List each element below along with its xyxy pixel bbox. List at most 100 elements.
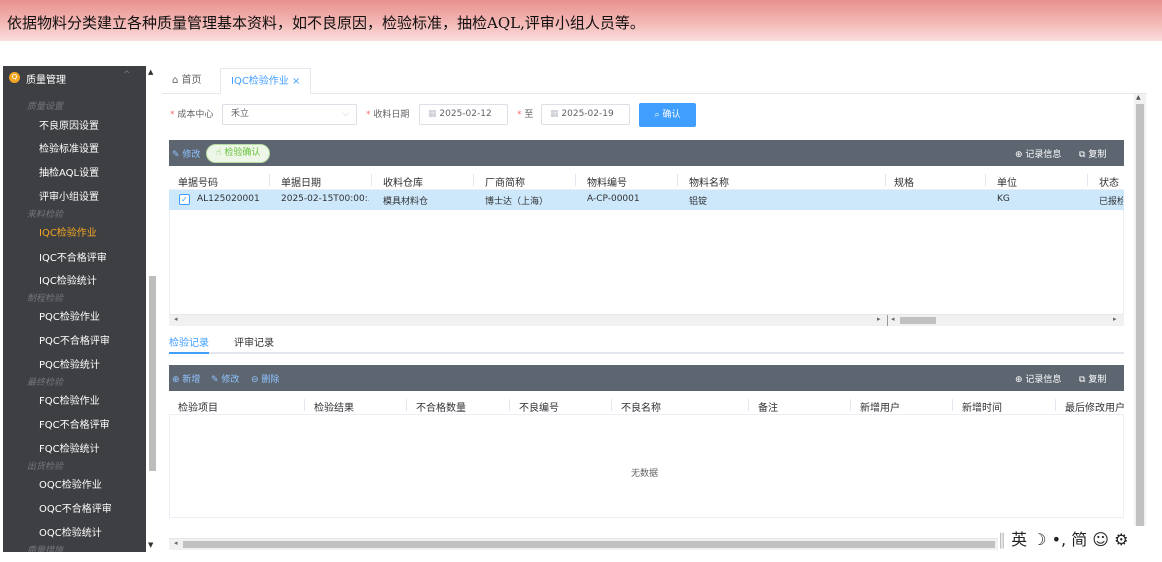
- date-to-input[interactable]: ▦ 2025-02-19: [541, 104, 630, 125]
- sidebar-item-pqc-inspection[interactable]: PQC检验作业: [39, 308, 100, 323]
- sidebar-item-pqc-statistics[interactable]: PQC检验统计: [39, 356, 100, 371]
- sidebar-scroll-thumb[interactable]: [149, 276, 156, 471]
- unit-cell: KG: [997, 194, 1010, 204]
- cost-center-value: 禾立: [231, 109, 250, 119]
- confirm-button[interactable]: ⌕ 确认: [639, 103, 696, 127]
- sidebar-item-oqc-inspection[interactable]: OQC检验作业: [39, 476, 102, 491]
- detail-add-button[interactable]: ⊕ 新增: [172, 372, 200, 385]
- column-header[interactable]: 厂商简称: [485, 174, 525, 189]
- column-header[interactable]: 规格: [894, 174, 914, 189]
- empty-state-text: 无数据: [631, 469, 659, 479]
- sidebar-item-oqc-statistics[interactable]: OQC检验统计: [39, 524, 102, 539]
- item-name-cell: 铝锭: [689, 197, 708, 207]
- sidebar-item-iqc-review[interactable]: IQC不合格评审: [39, 249, 107, 264]
- date-from-input[interactable]: ▦ 2025-02-12: [419, 104, 508, 125]
- column-header[interactable]: 物料编号: [587, 174, 627, 189]
- date-to-value: 2025-02-19: [561, 109, 614, 119]
- row-checkbox[interactable]: ✓: [179, 194, 190, 205]
- scroll-up-icon: ▲: [1136, 94, 1141, 101]
- ime-toolbar-text: 英 ☽ •, 简 ☺ ⚙: [1011, 530, 1129, 549]
- sidebar-item-fqc-inspection[interactable]: FQC检验作业: [39, 392, 100, 407]
- tab-iqc-inspection[interactable]: IQC检验作业 ×: [220, 68, 312, 94]
- column-header[interactable]: 新增时间: [962, 399, 1002, 414]
- sidebar-item-aql-settings[interactable]: 抽检AQL设置: [39, 164, 99, 179]
- calendar-icon: ▦: [550, 109, 559, 119]
- main-vertical-scrollbar[interactable]: ▲: [1134, 94, 1146, 550]
- tab-inspection-records[interactable]: 检验记录: [169, 334, 209, 349]
- sidebar-item-inspection-standard-settings[interactable]: 检验标准设置: [39, 140, 99, 155]
- warehouse-cell: 模具材料仓: [383, 197, 429, 207]
- inspect-confirm-button[interactable]: ☝ 检验确认: [206, 144, 271, 163]
- column-header[interactable]: 单据号码: [178, 174, 218, 189]
- ime-toolbar[interactable]: ∥ 英 ☽ •, 简 ☺ ⚙: [998, 526, 1158, 550]
- cost-center-select[interactable]: 禾立 ⌵: [222, 104, 357, 125]
- sidebar-group-incoming-inspection: 来料检验: [27, 210, 64, 220]
- detail-edit-button[interactable]: ✎ 修改: [211, 372, 239, 385]
- table-row[interactable]: ✓ AL125020001 2025-02-15T00:00:... 模具材料仓…: [169, 190, 1124, 210]
- column-header[interactable]: 备注: [758, 399, 778, 414]
- confirm-label: 确认: [662, 110, 681, 120]
- close-icon[interactable]: ×: [292, 76, 300, 87]
- detail-delete-button[interactable]: ⊖ 删除: [251, 372, 279, 385]
- column-header[interactable]: 不良名称: [621, 399, 661, 414]
- scroll-left-icon: ◂: [174, 315, 178, 323]
- column-header[interactable]: 检验结果: [314, 399, 354, 414]
- column-header[interactable]: 新增用户: [860, 399, 900, 414]
- detail-copy-button[interactable]: ⧉ 复制: [1079, 372, 1106, 385]
- column-header[interactable]: 不合格数量: [416, 399, 466, 414]
- column-header[interactable]: 单位: [997, 174, 1017, 189]
- sidebar-scrollbar[interactable]: ▲ ▼: [146, 66, 158, 552]
- sidebar-group-quality-settings: 质量设置: [27, 102, 64, 112]
- scroll-right-icon: ▸: [1113, 315, 1117, 323]
- column-header[interactable]: 最后修改用户: [1065, 399, 1125, 414]
- sidebar-item-review-group-settings[interactable]: 评审小组设置: [39, 188, 99, 203]
- sidebar-item-pqc-review[interactable]: PQC不合格评审: [39, 332, 110, 347]
- home-icon: ⌂: [172, 75, 179, 86]
- main-scroll-thumb[interactable]: [1136, 104, 1144, 544]
- master-copy-button[interactable]: ⧉ 复制: [1079, 147, 1106, 160]
- detail-record-info-button[interactable]: ⊕ 记录信息: [1015, 372, 1061, 385]
- sidebar-item-iqc-statistics[interactable]: IQC检验统计: [39, 272, 97, 287]
- column-header[interactable]: 状态: [1099, 174, 1119, 189]
- quality-management-icon: Q: [9, 72, 20, 83]
- master-record-info-button[interactable]: ⊕ 记录信息: [1015, 147, 1061, 160]
- item-no-cell: A-CP-00001: [587, 194, 640, 204]
- tab-home[interactable]: ⌂ 首页: [162, 68, 212, 94]
- detail-tabs: 检验记录 评审记录: [169, 333, 1124, 354]
- column-header[interactable]: 单据日期: [281, 174, 321, 189]
- copy-icon: ⧉: [1079, 375, 1086, 385]
- sidebar-header-title: 质量管理: [26, 75, 66, 86]
- master-hscroll-thumb: [900, 317, 936, 324]
- master-table-header: 单据号码 单据日期 收料仓库 厂商简称 物料编号 物料名称 规格 单位 状态: [169, 170, 1124, 190]
- master-hscroll[interactable]: ◂ ▸ ◂ ▸: [169, 314, 1124, 326]
- status-cell: 已报检: [1099, 197, 1123, 207]
- tab-review-records[interactable]: 评审记录: [234, 334, 274, 349]
- master-edit-button[interactable]: ✎ 修改: [172, 147, 200, 160]
- zoom-icon: ⊕: [1015, 375, 1023, 385]
- chevron-down-icon: ⌵: [342, 109, 349, 119]
- column-header[interactable]: 物料名称: [689, 174, 729, 189]
- detail-hscroll[interactable]: ◂: [169, 538, 999, 550]
- sidebar-item-oqc-review[interactable]: OQC不合格评审: [39, 500, 112, 515]
- scroll-up-icon[interactable]: ▲: [148, 68, 153, 76]
- banner-text: 依据物料分类建立各种质量管理基本资料，如不良原因，检验标准，抽检AQL,评审小组…: [7, 14, 645, 32]
- calendar-icon: ▦: [428, 109, 437, 119]
- edit-icon: ✎: [211, 375, 219, 385]
- sidebar-item-fqc-statistics[interactable]: FQC检验统计: [39, 440, 100, 455]
- column-header[interactable]: 不良编号: [519, 399, 559, 414]
- master-table-body: [169, 210, 1124, 314]
- detail-toolbar: ⊕ 新增 ✎ 修改 ⊖ 删除 ⊕ 记录信息 ⧉ 复制: [169, 365, 1124, 391]
- scroll-down-icon[interactable]: ▼: [148, 541, 153, 549]
- sidebar-item-defect-reason-settings[interactable]: 不良原因设置: [39, 117, 99, 132]
- sidebar-header-quality-management[interactable]: Q 质量管理 ^: [3, 66, 146, 88]
- column-header[interactable]: 检验项目: [178, 399, 218, 414]
- detail-hscroll-thumb: [183, 541, 995, 548]
- sidebar-item-iqc-inspection[interactable]: IQC检验作业: [39, 224, 97, 239]
- chevron-up-icon[interactable]: ^: [123, 70, 131, 80]
- scroll-left-icon: ◂: [891, 315, 895, 323]
- sidebar-item-fqc-review[interactable]: FQC不合格评审: [39, 416, 110, 431]
- column-header[interactable]: 收料仓库: [383, 174, 423, 189]
- sidebar-group-process-inspection: 制程检验: [27, 294, 64, 304]
- minus-icon: ⊖: [251, 375, 259, 385]
- plus-icon: ⊕: [172, 375, 180, 385]
